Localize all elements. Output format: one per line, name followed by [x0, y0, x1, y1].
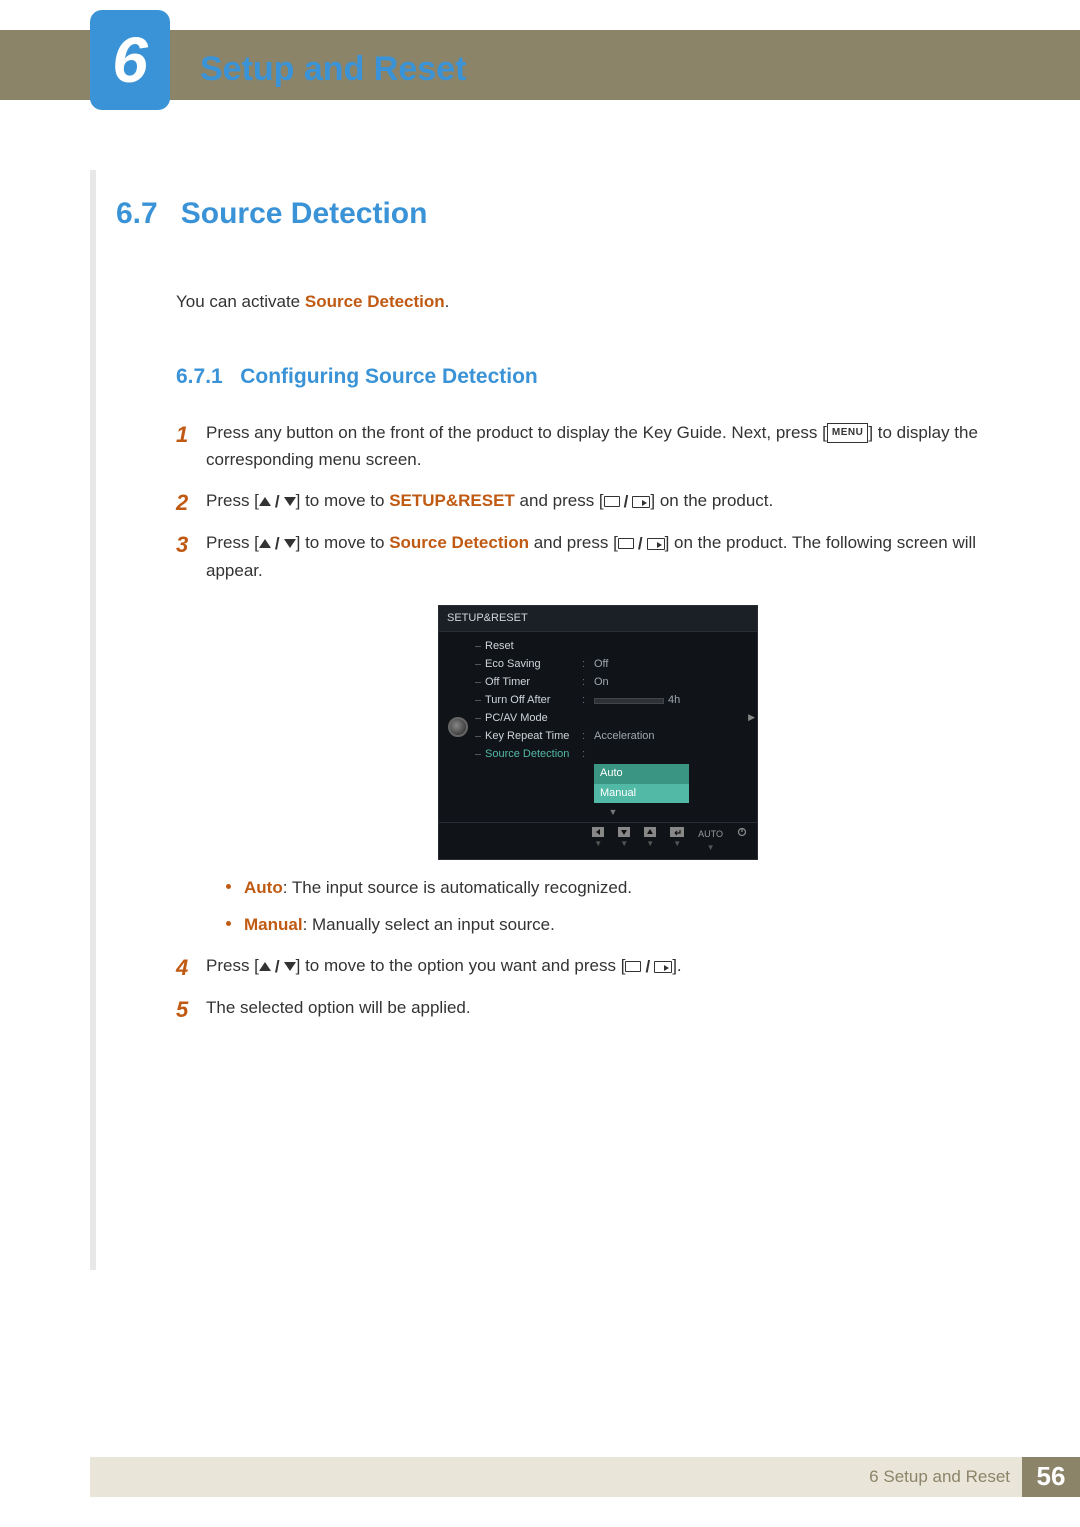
content-area: 6.7 Source Detection You can activate So… — [116, 190, 990, 1036]
bullet-manual: Manual: Manually select an input source. — [226, 911, 990, 938]
scroll-down-icon: ▼ — [477, 803, 749, 819]
chapter-title: Setup and Reset — [200, 42, 466, 96]
osd-krt-v: Acceleration — [594, 728, 655, 746]
step-3-highlight: Source Detection — [389, 533, 529, 552]
osd-eco-v: Off — [594, 656, 608, 674]
osd-nav-power-icon — [737, 827, 747, 855]
triangle-down-icon — [284, 497, 296, 506]
step-1-text-a: Press any button on the front of the pro… — [206, 423, 827, 442]
up-down-icon: / — [259, 530, 296, 557]
page-number: 56 — [1022, 1457, 1080, 1497]
osd-footer: ▼ ▼ ▼ ▼ AUTO▼ — [439, 822, 757, 859]
osd-turnoff: Turn Off After — [477, 692, 582, 710]
enter-icon: / — [625, 953, 672, 980]
step-2: Press [/] to move to SETUP&RESET and pre… — [176, 487, 990, 515]
osd-turnoff-v: 4h — [668, 692, 680, 710]
step-3: Press [/] to move to Source Detection an… — [176, 529, 990, 938]
section-heading: 6.7 Source Detection — [116, 190, 990, 238]
step-3-text-c: and press [ — [529, 533, 618, 552]
intro-highlight: Source Detection — [305, 292, 445, 311]
step-4-text-a: Press [ — [206, 956, 259, 975]
steps-list: Press any button on the front of the pro… — [176, 419, 990, 1022]
osd-dial-area — [439, 632, 477, 822]
step-4-text-b: ] to move to the option you want and pre… — [296, 956, 626, 975]
step-1: Press any button on the front of the pro… — [176, 419, 990, 473]
osd-screenshot: SETUP&RESET Reset Eco Saving:Off Off Tim… — [438, 605, 758, 860]
triangle-down-icon — [284, 539, 296, 548]
enter-icon: / — [604, 488, 651, 515]
bullet-auto-label: Auto — [244, 878, 283, 897]
section-number: 6.7 — [116, 190, 176, 238]
osd-nav-up-icon: ▼ — [644, 827, 656, 855]
bullet-manual-label: Manual — [244, 915, 303, 934]
bullet-manual-text: : Manually select an input source. — [303, 915, 555, 934]
step-5-text: The selected option will be applied. — [206, 998, 471, 1017]
step-2-text-b: ] to move to — [296, 491, 390, 510]
option-bullets: Auto: The input source is automatically … — [226, 874, 990, 938]
osd-menu: Reset Eco Saving:Off Off Timer:On Turn O… — [477, 632, 757, 822]
rect-icon — [618, 538, 634, 549]
osd-timer-v: On — [594, 674, 609, 692]
step-3-text-a: Press [ — [206, 533, 259, 552]
osd-krt: Key Repeat Time — [477, 728, 582, 746]
return-icon — [647, 538, 665, 550]
step-3-text-b: ] to move to — [296, 533, 390, 552]
triangle-up-icon — [259, 497, 271, 506]
return-icon — [632, 496, 650, 508]
osd-nav-down-icon: ▼ — [618, 827, 630, 855]
dial-icon — [448, 717, 468, 737]
triangle-down-icon — [284, 962, 296, 971]
chapter-number: 6 — [90, 10, 170, 110]
step-2-text-c: and press [ — [515, 491, 604, 510]
osd-slider: 4h — [594, 692, 680, 710]
section-title: Source Detection — [181, 190, 428, 238]
intro-prefix: You can activate — [176, 292, 305, 311]
osd-timer: Off Timer — [477, 674, 582, 692]
return-icon — [654, 961, 672, 973]
rect-icon — [625, 961, 641, 972]
bullet-auto: Auto: The input source is automatically … — [226, 874, 990, 901]
intro-text: You can activate Source Detection. — [176, 288, 990, 315]
up-down-icon: / — [259, 488, 296, 515]
osd-option-auto: Auto — [594, 764, 689, 784]
triangle-up-icon — [259, 962, 271, 971]
rect-icon — [604, 496, 620, 507]
up-down-icon: / — [259, 953, 296, 980]
osd-dropdown: Auto Manual — [594, 764, 689, 803]
subsection-number: 6.7.1 — [176, 365, 223, 388]
osd-pcav: PC/AV Mode — [477, 710, 582, 728]
chevron-right-icon: ▶ — [748, 710, 755, 724]
step-4: Press [/] to move to the option you want… — [176, 952, 990, 980]
osd-eco: Eco Saving — [477, 656, 582, 674]
step-2-text-d: ] on the product. — [650, 491, 773, 510]
left-margin-bar — [90, 170, 96, 1270]
intro-suffix: . — [445, 292, 450, 311]
osd-reset: Reset — [477, 638, 582, 656]
footer-text: 6 Setup and Reset — [869, 1463, 1022, 1490]
triangle-up-icon — [259, 539, 271, 548]
subsection-heading: 6.7.1 Configuring Source Detection — [176, 360, 990, 394]
footer-bar: 6 Setup and Reset 56 — [90, 1457, 1080, 1497]
osd-source: Source Detection — [477, 746, 582, 764]
step-2-text-a: Press [ — [206, 491, 259, 510]
osd-nav-enter-icon: ▼ — [670, 827, 684, 855]
step-4-text-c: ]. — [672, 956, 681, 975]
osd-title: SETUP&RESET — [439, 606, 757, 633]
osd-nav-auto: AUTO▼ — [698, 827, 723, 855]
enter-icon: / — [618, 530, 665, 557]
step-5: The selected option will be applied. — [176, 994, 990, 1021]
osd-option-manual: Manual — [594, 784, 689, 804]
menu-icon: MENU — [827, 423, 868, 443]
subsection-title: Configuring Source Detection — [240, 365, 538, 388]
step-2-highlight: SETUP&RESET — [389, 491, 515, 510]
osd-nav-left-icon: ▼ — [592, 827, 604, 855]
bullet-auto-text: : The input source is automatically reco… — [283, 878, 632, 897]
